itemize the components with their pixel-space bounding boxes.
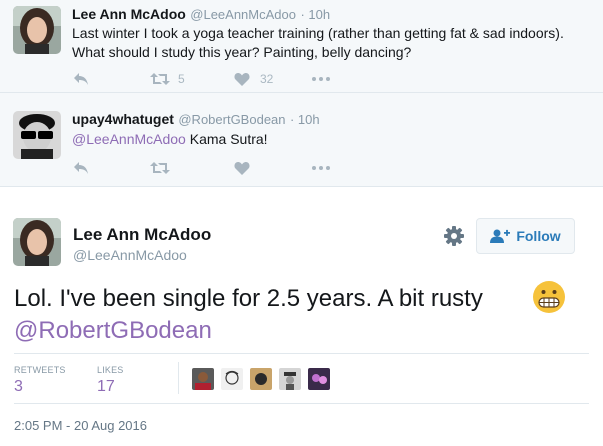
- tweet-text: Last winter I took a yoga teacher traini…: [72, 25, 564, 60]
- grimacing-emoji-icon: [532, 280, 566, 319]
- retweet-count: 5: [178, 72, 185, 86]
- author-name[interactable]: Lee Ann McAdoo: [73, 225, 211, 245]
- avatar[interactable]: [13, 6, 61, 54]
- divider: [178, 362, 179, 394]
- divider: [0, 186, 603, 187]
- heart-icon: [234, 73, 250, 86]
- divider: [0, 92, 603, 93]
- like-button[interactable]: 32: [234, 72, 273, 86]
- divider: [14, 353, 589, 354]
- reply-icon: [74, 73, 88, 85]
- gear-icon: [444, 226, 464, 246]
- divider: [14, 403, 589, 404]
- liker-avatar[interactable]: [308, 368, 330, 390]
- author-name[interactable]: upay4whatuget: [72, 111, 174, 127]
- follow-person-icon: [490, 229, 511, 243]
- tweet-options-button[interactable]: [444, 226, 464, 251]
- more-button[interactable]: [312, 77, 330, 81]
- likes-count[interactable]: 17: [97, 378, 115, 396]
- likers-avatars: [192, 368, 337, 390]
- reply-button[interactable]: [73, 72, 89, 86]
- author-handle[interactable]: @LeeAnnMcAdoo: [190, 7, 296, 22]
- avatar[interactable]: [13, 111, 61, 159]
- retweet-button[interactable]: [150, 161, 170, 175]
- likes-label: LIKES: [97, 365, 124, 375]
- tweet-time[interactable]: · 10h: [300, 7, 330, 22]
- tweet-text-body: Lol. I've been single for 2.5 years. A b…: [14, 285, 483, 312]
- liker-avatar[interactable]: [250, 368, 272, 390]
- liker-avatar[interactable]: [279, 368, 301, 390]
- tweet-text: Lol. I've been single for 2.5 years. A b…: [14, 283, 594, 347]
- retweet-icon: [150, 73, 170, 85]
- retweet-button[interactable]: 5: [150, 72, 185, 86]
- liker-avatar[interactable]: [221, 368, 243, 390]
- tweet-time[interactable]: · 10h: [290, 112, 320, 127]
- reply-icon: [74, 162, 88, 174]
- heart-icon: [234, 162, 250, 175]
- author-handle[interactable]: @LeeAnnMcAdoo: [73, 247, 187, 263]
- more-button[interactable]: [312, 166, 330, 170]
- retweet-icon: [150, 162, 170, 174]
- mention-link[interactable]: @LeeAnnMcAdoo: [72, 131, 186, 147]
- mention-link[interactable]: @RobertGBodean: [14, 317, 212, 344]
- tweet-header: Lee Ann McAdoo @LeeAnnMcAdoo · 10h: [72, 6, 330, 24]
- avatar[interactable]: [13, 218, 61, 266]
- author-handle[interactable]: @RobertGBodean: [178, 112, 285, 127]
- tweet-header: upay4whatuget @RobertGBodean · 10h: [72, 111, 320, 129]
- author-name[interactable]: Lee Ann McAdoo: [72, 6, 186, 22]
- tweet-timestamp[interactable]: 2:05 PM - 20 Aug 2016: [14, 418, 147, 433]
- retweets-label: RETWEETS: [14, 365, 66, 375]
- like-button[interactable]: [234, 161, 250, 175]
- reply-button[interactable]: [73, 161, 89, 175]
- tweet-text-body: Kama Sutra!: [185, 131, 268, 147]
- more-icon: [312, 77, 330, 81]
- retweets-count[interactable]: 3: [14, 378, 23, 396]
- tweet-text: @LeeAnnMcAdoo Kama Sutra!: [72, 130, 582, 149]
- follow-button[interactable]: Follow: [476, 218, 575, 254]
- liker-avatar[interactable]: [192, 368, 214, 390]
- follow-label: Follow: [516, 228, 561, 244]
- more-icon: [312, 166, 330, 170]
- like-count: 32: [260, 72, 274, 86]
